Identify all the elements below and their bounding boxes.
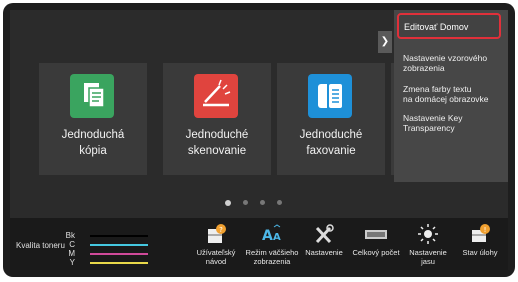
qa-label: Stav úlohy	[462, 248, 498, 257]
chevron-right-icon[interactable]: ❯	[378, 31, 392, 53]
copy-icon	[70, 74, 114, 118]
counter-icon	[363, 222, 389, 246]
qa-label: Užívateľský návod	[196, 248, 236, 266]
job-status-icon: !	[467, 222, 493, 246]
toner-bar-yellow	[90, 262, 148, 264]
scanner-icon	[194, 74, 238, 118]
qa-brightness[interactable]: Nastavenie jasu	[402, 222, 454, 268]
menu-item-label: Nastavenie vzorového zobrazenia	[403, 53, 488, 73]
toner-key: Y	[69, 258, 75, 267]
settings-tools-icon	[311, 222, 337, 246]
toner-key: Bk	[65, 231, 75, 240]
toner-bar-black	[90, 235, 148, 237]
page-dot-3[interactable]	[260, 200, 265, 205]
tile-easy-scan[interactable]: Jednoduché skenovanie	[163, 63, 271, 175]
menu-item-text-color[interactable]: Zmena farby textu na domácej obrazovke	[403, 74, 489, 104]
large-text-icon: A A	[259, 222, 285, 246]
page-dot-2[interactable]	[243, 200, 248, 205]
svg-text:!: !	[484, 226, 487, 234]
home-screen: Jednoduchá kópia Jednoduché skenovanie J…	[10, 10, 508, 270]
bottom-bar: Kvalita toneru Bk C M Y ? Užívateľský ná…	[10, 218, 508, 270]
page-dot-4[interactable]	[277, 200, 282, 205]
toner-bar-cyan	[90, 244, 148, 246]
brightness-icon	[415, 222, 441, 246]
qa-job-status[interactable]: ! Stav úlohy	[454, 222, 506, 268]
toner-key: M	[68, 249, 75, 258]
tile-label: Jednoduché skenovanie	[185, 129, 249, 157]
menu-item-edit-home[interactable]: Editovať Domov	[397, 13, 501, 39]
menu-item-label: Nastavenie Key Transparency	[403, 113, 463, 133]
tile-easy-fax[interactable]: Jednoduché faxovanie	[277, 63, 385, 175]
tile-label: Jednoduchá kópia	[61, 129, 125, 157]
tile-easy-copy[interactable]: Jednoduchá kópia	[39, 63, 147, 175]
qa-user-manual[interactable]: ? Užívateľský návod	[190, 222, 242, 268]
qa-settings[interactable]: Nastavenie	[298, 222, 350, 268]
qa-total-count[interactable]: Celkový počet	[350, 222, 402, 268]
toner-bar-magenta	[90, 253, 148, 255]
svg-text:?: ?	[219, 226, 223, 234]
menu-item-template-display[interactable]: Nastavenie vzorového zobrazenia	[403, 43, 487, 73]
tile-label: Jednoduché faxovanie	[299, 129, 363, 157]
device-frame: Jednoduchá kópia Jednoduché skenovanie J…	[3, 3, 515, 277]
svg-text:A: A	[273, 232, 281, 243]
toner-key: C	[69, 240, 75, 249]
action-menu-panel: Editovať Domov Nastavenie vzorového zobr…	[394, 10, 508, 182]
menu-item-key-transparency[interactable]: Nastavenie Key Transparency	[403, 103, 463, 133]
user-manual-icon: ?	[203, 222, 229, 246]
toner-level-title: Kvalita toneru	[16, 241, 65, 250]
fax-icon	[308, 74, 352, 118]
menu-item-label: Editovať Domov	[404, 22, 469, 32]
page-dot-1[interactable]	[225, 199, 231, 206]
qa-large-display[interactable]: A A Režim väčšieho zobrazenia	[246, 222, 298, 268]
menu-item-label: Zmena farby textu na domácej obrazovke	[403, 84, 489, 104]
svg-text:A: A	[262, 228, 273, 244]
